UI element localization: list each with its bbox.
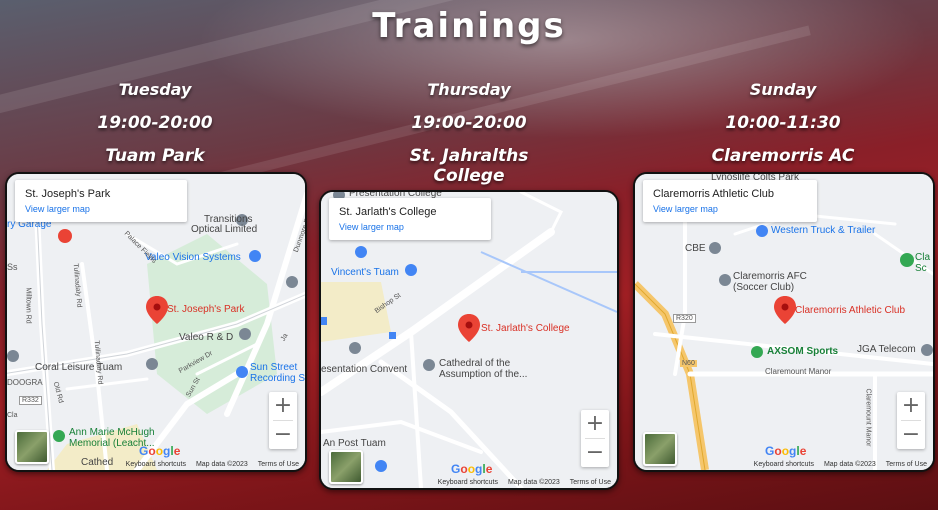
road-label: R320 — [673, 314, 696, 323]
session-day: Thursday — [427, 80, 511, 99]
google-logo: Google — [765, 444, 807, 458]
session-header-thursday: Thursday 19:00-20:00 St. Jahralths Colle… — [319, 80, 619, 186]
road-label: Ss — [7, 262, 18, 272]
map-label: Valeo Vision Systems — [145, 252, 241, 263]
map-data-text: Map data ©2023 — [507, 479, 560, 486]
map-label: Sun Street — [250, 362, 298, 373]
map-infobox: Claremorris Athletic Club View larger ma… — [643, 180, 817, 222]
session-day: Sunday — [749, 80, 817, 99]
zoom-control: + − — [269, 392, 297, 449]
map-label: Ann Marie McHugh — [69, 427, 155, 438]
map-label: Cla — [915, 252, 931, 263]
map-place-name: St. Joseph's Park — [25, 188, 111, 200]
map-label: Vincent's Tuam — [331, 267, 399, 278]
satellite-toggle-button[interactable] — [329, 450, 363, 484]
map-label: CBE — [685, 243, 706, 254]
zoom-out-button[interactable]: − — [581, 439, 609, 467]
keyboard-shortcuts-link[interactable]: Keyboard shortcuts — [754, 461, 814, 468]
session-venue: St. Jahralths College — [409, 146, 529, 186]
map-infobox: St. Jarlath's College View larger map — [329, 198, 491, 240]
google-logo: Google — [451, 462, 493, 476]
map-label: Claremorris AFC — [733, 271, 807, 282]
road-label: Milltown Rd — [24, 287, 32, 324]
zoom-control: + − — [581, 410, 609, 467]
terms-of-use-link[interactable]: Terms of Use — [258, 461, 299, 468]
map-label: Cathedral of the — [439, 358, 511, 369]
map-label: (Soccer Club) — [733, 282, 795, 293]
session-time: 19:00-20:00 — [411, 113, 527, 133]
view-larger-map-link[interactable]: View larger map — [339, 222, 477, 232]
view-larger-map-link[interactable]: View larger map — [653, 204, 803, 214]
map-label: JGA Telecom — [857, 344, 916, 355]
map-label: Valeo R & D — [179, 332, 234, 343]
map-data-text: Map data ©2023 — [195, 461, 248, 468]
map-place-name: St. Jarlath's College — [339, 206, 437, 218]
terms-of-use-link[interactable]: Terms of Use — [570, 479, 611, 486]
map-data-text: Map data ©2023 — [823, 461, 876, 468]
session-venue: Tuam Park — [105, 146, 205, 166]
map-label: Assumption of the... — [439, 369, 528, 380]
map-pin-label: Claremorris Athletic Club — [795, 305, 906, 316]
session-day: Tuesday — [118, 80, 192, 99]
map-claremorris-ac[interactable]: Claremorris Athletic Club View larger ma… — [633, 172, 935, 472]
session-venue: Claremorris AC — [711, 146, 855, 166]
map-label: esentation Convent — [321, 364, 408, 375]
view-larger-map-link[interactable]: View larger map — [25, 204, 173, 214]
map-label: AXSOM Sports — [767, 346, 839, 357]
map-tuam-park[interactable]: St. Joseph's Park View larger map Transi… — [5, 172, 307, 472]
satellite-toggle-button[interactable] — [15, 430, 49, 464]
zoom-in-button[interactable]: + — [897, 392, 925, 420]
keyboard-shortcuts-link[interactable]: Keyboard shortcuts — [438, 479, 498, 486]
zoom-out-button[interactable]: − — [897, 421, 925, 449]
map-st-jarlaths-college[interactable]: St. Jarlath's College View larger map Pr… — [319, 190, 619, 490]
road-label: N60 — [680, 360, 697, 367]
session-time: 19:00-20:00 — [97, 113, 213, 133]
road-label: R332 — [19, 396, 42, 405]
zoom-in-button[interactable]: + — [269, 392, 297, 420]
google-logo: Google — [139, 444, 181, 458]
zoom-in-button[interactable]: + — [581, 410, 609, 438]
map-footer: Keyboard shortcuts Map data ©2023 Terms … — [118, 461, 299, 468]
zoom-out-button[interactable]: − — [269, 421, 297, 449]
zoom-control: + − — [897, 392, 925, 449]
session-header-sunday: Sunday 10:00-11:30 Claremorris AC — [633, 80, 933, 166]
road-label: Claremount Manor — [765, 367, 832, 376]
road-label: Cla — [7, 412, 18, 419]
map-label: Optical Limited — [191, 224, 258, 235]
road-label: Claremount Manor — [864, 388, 872, 447]
map-pin-label: St. Joseph's Park — [167, 304, 245, 315]
session-time: 10:00-11:30 — [725, 113, 841, 133]
map-label: An Post Tuam — [323, 438, 386, 449]
satellite-toggle-button[interactable] — [643, 432, 677, 466]
map-label: Recording S — [250, 373, 306, 384]
map-label: Cathed — [81, 457, 114, 468]
map-label: Coral Leisure Tuam — [35, 362, 123, 373]
map-pin-label: St. Jarlath's College — [481, 323, 570, 334]
map-footer: Keyboard shortcuts Map data ©2023 Terms … — [746, 461, 927, 468]
map-label: Sc — [915, 263, 927, 274]
map-label: Western Truck & Trailer — [771, 225, 876, 236]
map-place-name: Claremorris Athletic Club — [653, 188, 775, 200]
map-infobox: St. Joseph's Park View larger map — [15, 180, 187, 222]
map-footer: Keyboard shortcuts Map data ©2023 Terms … — [430, 479, 611, 486]
road-label: DOOGRA — [7, 378, 43, 387]
keyboard-shortcuts-link[interactable]: Keyboard shortcuts — [126, 461, 186, 468]
session-header-tuesday: Tuesday 19:00-20:00 Tuam Park — [5, 80, 305, 166]
page-title: Trainings — [372, 6, 566, 46]
terms-of-use-link[interactable]: Terms of Use — [886, 461, 927, 468]
